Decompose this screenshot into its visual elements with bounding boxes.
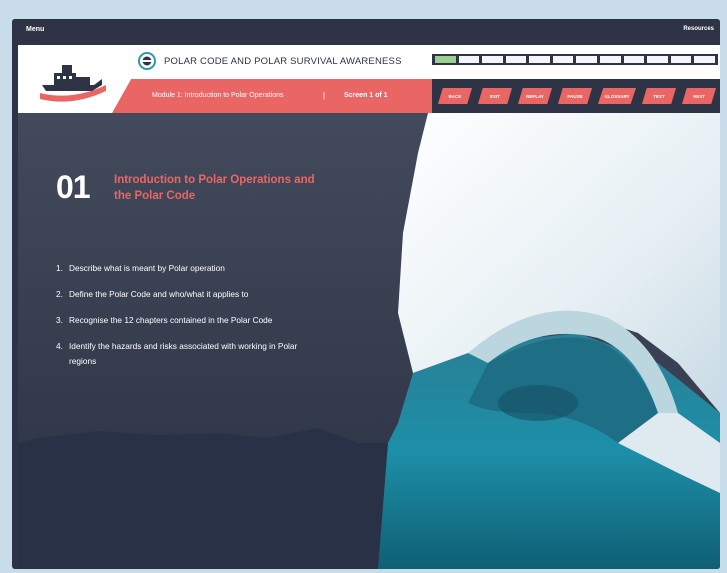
- course-title-bar: POLAR CODE AND POLAR SURVIVAL AWARENESS: [128, 50, 428, 74]
- back-button[interactable]: BACK: [438, 88, 472, 104]
- menu-button[interactable]: Menu: [26, 26, 44, 33]
- resources-button[interactable]: Resources: [683, 26, 714, 32]
- progress-segment: [694, 56, 715, 63]
- progress-segment: [505, 56, 527, 63]
- screen-counter: Screen 1 of 1: [344, 92, 388, 99]
- objective-text: Identify the hazards and risks associate…: [69, 341, 298, 366]
- objective-number: 4.: [56, 341, 63, 351]
- ship-logo-icon: [40, 65, 106, 102]
- progress-segment: [670, 56, 692, 63]
- progress-segment: [647, 56, 668, 63]
- polar-code-icon: [138, 52, 156, 70]
- next-button[interactable]: NEXT: [682, 88, 716, 104]
- progress-segment: [600, 56, 621, 63]
- progress-segment: [458, 56, 480, 63]
- text-button[interactable]: TEXT: [642, 88, 676, 104]
- progress-segment: [552, 56, 574, 63]
- course-header: POLAR CODE AND POLAR SURVIVAL AWARENESS …: [18, 45, 720, 113]
- replay-button[interactable]: REPLAY: [518, 88, 552, 104]
- objective-item: 2. Define the Polar Code and who/what it …: [56, 287, 356, 302]
- objective-text: Recognise the 12 chapters contained in t…: [69, 315, 273, 325]
- objective-number: 2.: [56, 289, 63, 299]
- objective-number: 3.: [56, 315, 63, 325]
- progress-bar: [432, 54, 718, 65]
- objective-number: 1.: [56, 263, 63, 273]
- objective-item: 1. Describe what is meant by Polar operat…: [56, 261, 356, 276]
- objective-text: Define the Polar Code and who/what it ap…: [69, 289, 249, 299]
- module-label: Module 1: Introduction to Polar Operatio…: [152, 92, 284, 99]
- glossary-button[interactable]: GLOSSARY: [598, 88, 636, 104]
- module-heading: Introduction to Polar Operations and the…: [114, 174, 315, 202]
- progress-segment: [623, 56, 645, 63]
- progress-segment: [482, 56, 503, 63]
- module-separator: |: [323, 91, 326, 100]
- top-bar: Menu Resources: [12, 19, 720, 45]
- module-bar: Module 1: Introduction to Polar Operatio…: [112, 79, 432, 113]
- module-number: 01: [56, 169, 91, 205]
- pause-button[interactable]: PAUSE: [558, 88, 592, 104]
- nav-bar: BACK EXIT REPLAY PAUSE GLOSSARY TEXT NEXT: [432, 79, 720, 113]
- course-player: Menu Resources POLAR CODE AND POLAR SURV…: [12, 19, 720, 569]
- objective-text: Describe what is meant by Polar operatio…: [69, 263, 225, 273]
- content-area: 01 Introduction to Polar Operations and …: [18, 113, 720, 569]
- course-title: POLAR CODE AND POLAR SURVIVAL AWARENESS: [164, 56, 402, 67]
- exit-button[interactable]: EXIT: [478, 88, 512, 104]
- objective-item: 4. Identify the hazards and risks associa…: [56, 339, 316, 369]
- progress-segment: [576, 56, 598, 63]
- objective-item: 3. Recognise the 12 chapters contained in…: [56, 313, 356, 328]
- progress-segment: [529, 56, 550, 63]
- progress-segment: [435, 56, 456, 63]
